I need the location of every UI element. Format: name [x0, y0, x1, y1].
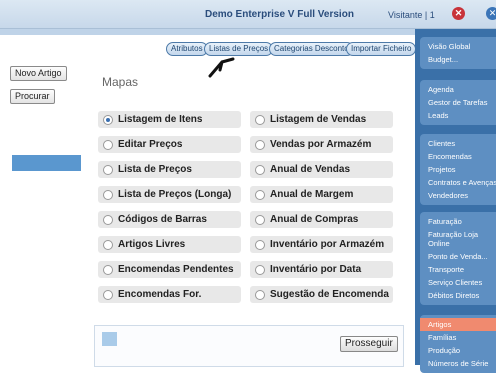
- sidebar-item-projects[interactable]: Projetos: [420, 163, 496, 176]
- sidebar-group-clients: Clientes Encomendas Projetos Contratos e…: [420, 134, 496, 205]
- sidebar-item-task-manager[interactable]: Gestor de Tarefas: [420, 96, 496, 109]
- radio-icon[interactable]: [103, 265, 113, 275]
- sidebar-item-production[interactable]: Produção: [420, 344, 496, 357]
- option-label: Artigos Livres: [118, 239, 186, 250]
- option-label: Lista de Preços: [118, 164, 192, 175]
- option-label: Sugestão de Encomenda: [270, 289, 389, 300]
- sidebar-item-direct-debits[interactable]: Débitos Diretos: [420, 289, 496, 302]
- option-label: Códigos de Barras: [118, 214, 207, 225]
- option-annual-purchases[interactable]: Anual de Compras: [250, 211, 393, 228]
- sidebar-item-salespeople[interactable]: Vendedores: [420, 189, 496, 202]
- sidebar-item-clients[interactable]: Clientes: [420, 137, 496, 150]
- radio-icon[interactable]: [103, 240, 113, 250]
- option-price-list-long[interactable]: Lista de Preços (Longa): [98, 186, 241, 203]
- sidebar-item-families[interactable]: Famílias: [420, 331, 496, 344]
- option-label: Inventário por Data: [270, 264, 362, 275]
- option-inventory-by-date[interactable]: Inventário por Data: [250, 261, 393, 278]
- sidebar-item-items[interactable]: Artigos: [420, 318, 496, 331]
- app-title: Demo Enterprise V Full Version: [205, 9, 354, 20]
- sidebar-item-contracts[interactable]: Contratos e Avenças: [420, 176, 496, 189]
- close-icon[interactable]: ✕: [452, 7, 465, 20]
- option-label: Anual de Margem: [270, 189, 354, 200]
- new-item-button[interactable]: Novo Artigo: [10, 66, 67, 81]
- circle-icon[interactable]: ✕: [486, 7, 496, 20]
- option-barcodes[interactable]: Códigos de Barras: [98, 211, 241, 228]
- option-item-list[interactable]: Listagem de Itens: [98, 111, 241, 128]
- sidebar-item-online-store-billing[interactable]: Faturação Loja Online: [420, 228, 496, 250]
- tab-price-lists[interactable]: Listas de Preços: [204, 42, 274, 56]
- radio-icon[interactable]: [255, 190, 265, 200]
- bottom-square: [102, 332, 117, 346]
- option-order-suggestion[interactable]: Sugestão de Encomenda: [250, 286, 393, 303]
- search-button[interactable]: Procurar: [10, 89, 55, 104]
- sidebar-item-billing[interactable]: Faturação: [420, 215, 496, 228]
- sidebar-group-agenda: Agenda Gestor de Tarefas Leads: [420, 80, 496, 125]
- radio-icon[interactable]: [255, 215, 265, 225]
- top-bar: Demo Enterprise V Full Version Visitante…: [0, 0, 496, 29]
- radio-icon[interactable]: [255, 115, 265, 125]
- radio-icon[interactable]: [103, 140, 113, 150]
- sidebar-item-leads[interactable]: Leads: [420, 109, 496, 122]
- option-inventory-by-warehouse[interactable]: Inventário por Armazém: [250, 236, 393, 253]
- option-free-items[interactable]: Artigos Livres: [98, 236, 241, 253]
- option-price-list[interactable]: Lista de Preços: [98, 161, 241, 178]
- option-label: Lista de Preços (Longa): [118, 189, 232, 200]
- sidebar-item-serial-numbers[interactable]: Números de Série: [420, 357, 496, 370]
- option-label: Anual de Compras: [270, 214, 359, 225]
- header-strip: [0, 29, 415, 35]
- radio-icon[interactable]: [103, 165, 113, 175]
- page-title: Mapas: [102, 75, 139, 89]
- sidebar-group-billing: Faturação Faturação Loja Online Ponto de…: [420, 212, 496, 305]
- sidebar-item-customer-service[interactable]: Serviço Clientes: [420, 276, 496, 289]
- sidebar-group-items: Artigos Famílias Produção Números de Sér…: [420, 315, 496, 373]
- sidebar-item-point-of-sale[interactable]: Ponto de Venda...: [420, 250, 496, 263]
- radio-icon[interactable]: [255, 265, 265, 275]
- tab-discount-categories[interactable]: Categorias Desconto: [269, 42, 354, 56]
- radio-icon[interactable]: [255, 240, 265, 250]
- radio-icon[interactable]: [255, 140, 265, 150]
- continue-button[interactable]: Prosseguir: [340, 336, 398, 352]
- radio-checked-icon[interactable]: [103, 115, 113, 125]
- tab-import-file[interactable]: Importar Ficheiro: [346, 42, 417, 56]
- radio-icon[interactable]: [103, 190, 113, 200]
- option-supplier-orders[interactable]: Encomendas For.: [98, 286, 241, 303]
- radio-icon[interactable]: [255, 290, 265, 300]
- option-pending-orders[interactable]: Encomendas Pendentes: [98, 261, 241, 278]
- option-annual-sales[interactable]: Anual de Vendas: [250, 161, 393, 178]
- user-label[interactable]: Visitante | 1: [388, 10, 435, 20]
- option-label: Vendas por Armazém: [270, 139, 372, 150]
- radio-icon[interactable]: [103, 215, 113, 225]
- radio-icon[interactable]: [255, 165, 265, 175]
- option-label: Listagem de Itens: [118, 114, 203, 125]
- option-edit-prices[interactable]: Editar Preços: [98, 136, 241, 153]
- option-sales-list[interactable]: Listagem de Vendas: [250, 111, 393, 128]
- option-label: Editar Preços: [118, 139, 183, 150]
- sidebar-item-transport[interactable]: Transporte: [420, 263, 496, 276]
- option-label: Listagem de Vendas: [270, 114, 367, 125]
- sidebar-group-overview: Visão Global Budget...: [420, 37, 496, 69]
- left-selection-bar: [12, 155, 81, 171]
- pen-mark-icon: [208, 57, 235, 78]
- option-label: Inventário por Armazém: [270, 239, 385, 250]
- radio-icon[interactable]: [103, 290, 113, 300]
- sidebar-item-budget[interactable]: Budget...: [420, 53, 496, 66]
- sidebar-item-agenda[interactable]: Agenda: [420, 83, 496, 96]
- option-annual-margin[interactable]: Anual de Margem: [250, 186, 393, 203]
- option-sales-by-warehouse[interactable]: Vendas por Armazém: [250, 136, 393, 153]
- option-label: Anual de Vendas: [270, 164, 351, 175]
- option-label: Encomendas Pendentes: [118, 264, 234, 275]
- sidebar-item-overview[interactable]: Visão Global: [420, 40, 496, 53]
- option-label: Encomendas For.: [118, 289, 202, 300]
- tab-attributes[interactable]: Atributos: [166, 42, 208, 56]
- sidebar-item-orders[interactable]: Encomendas: [420, 150, 496, 163]
